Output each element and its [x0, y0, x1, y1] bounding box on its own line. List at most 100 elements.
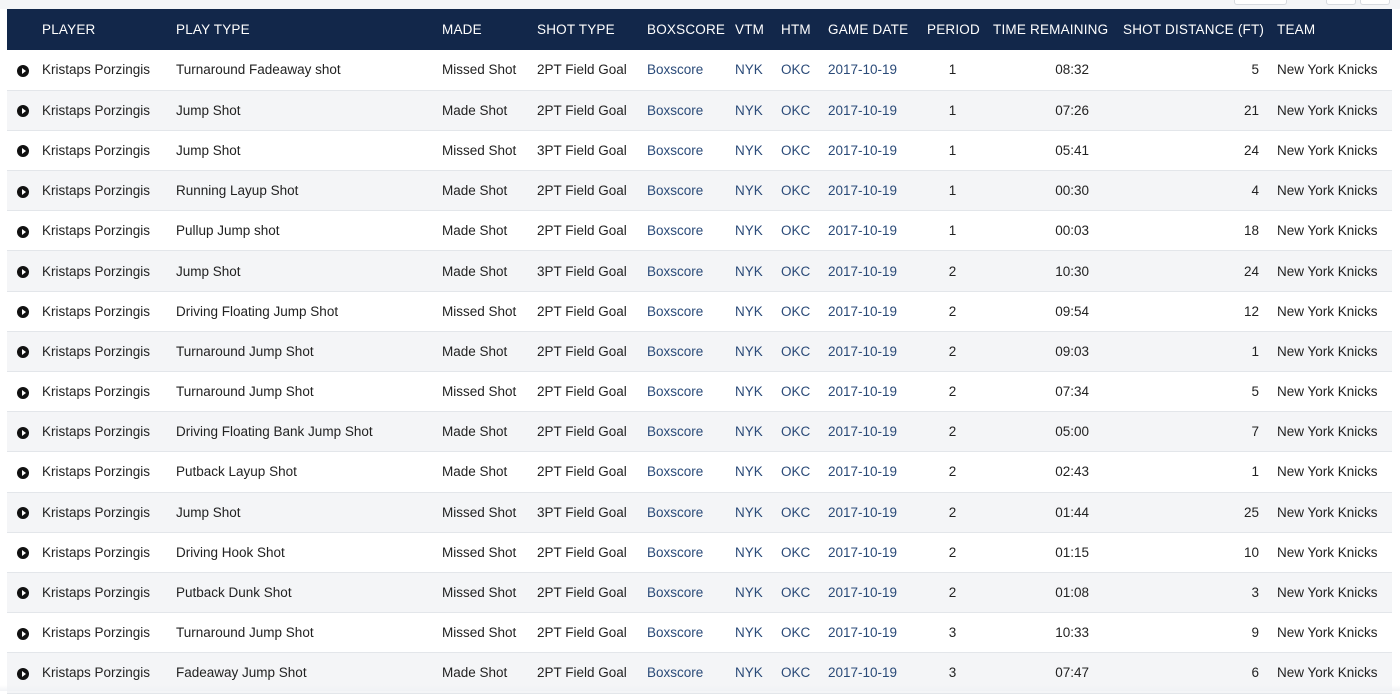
play-circle-icon[interactable] — [17, 105, 29, 117]
boxscore-link[interactable]: Boxscore — [647, 130, 735, 170]
play-circle-icon[interactable] — [17, 467, 29, 479]
header-htm[interactable]: HTM — [781, 9, 828, 50]
visitor-team-link[interactable]: NYK — [735, 211, 781, 251]
boxscore-link[interactable]: Boxscore — [647, 412, 735, 452]
table-row: Kristaps PorzingisTurnaround Jump ShotMa… — [7, 331, 1392, 371]
visitor-team-link[interactable]: NYK — [735, 452, 781, 492]
boxscore-link[interactable]: Boxscore — [647, 452, 735, 492]
game-date-link[interactable]: 2017-10-19 — [828, 412, 918, 452]
cell-team: New York Knicks — [1272, 90, 1392, 130]
home-team-link[interactable]: OKC — [781, 50, 828, 90]
boxscore-link[interactable]: Boxscore — [647, 532, 735, 572]
header-play-type[interactable]: PLAY TYPE — [176, 9, 442, 50]
prev-page-button[interactable] — [1326, 0, 1356, 5]
cell-team: New York Knicks — [1272, 211, 1392, 251]
visitor-team-link[interactable]: NYK — [735, 90, 781, 130]
boxscore-link[interactable]: Boxscore — [647, 50, 735, 90]
header-team[interactable]: TEAM — [1272, 9, 1392, 50]
home-team-link[interactable]: OKC — [781, 452, 828, 492]
visitor-team-link[interactable]: NYK — [735, 613, 781, 653]
game-date-link[interactable]: 2017-10-19 — [828, 90, 918, 130]
play-circle-icon[interactable] — [17, 226, 29, 238]
header-shot-type[interactable]: SHOT TYPE — [537, 9, 647, 50]
boxscore-link[interactable]: Boxscore — [647, 251, 735, 291]
game-date-link[interactable]: 2017-10-19 — [828, 492, 918, 532]
header-time-remaining[interactable]: TIME REMAINING — [987, 9, 1117, 50]
home-team-link[interactable]: OKC — [781, 90, 828, 130]
visitor-team-link[interactable]: NYK — [735, 532, 781, 572]
game-date-link[interactable]: 2017-10-19 — [828, 532, 918, 572]
page-size-select[interactable] — [1234, 0, 1287, 5]
visitor-team-link[interactable]: NYK — [735, 291, 781, 331]
header-made[interactable]: MADE — [442, 9, 537, 50]
home-team-link[interactable]: OKC — [781, 372, 828, 412]
home-team-link[interactable]: OKC — [781, 532, 828, 572]
header-shot-distance[interactable]: SHOT DISTANCE (FT) — [1117, 9, 1272, 50]
game-date-link[interactable]: 2017-10-19 — [828, 171, 918, 211]
game-date-link[interactable]: 2017-10-19 — [828, 130, 918, 170]
header-game-date[interactable]: GAME DATE — [828, 9, 918, 50]
home-team-link[interactable]: OKC — [781, 572, 828, 612]
game-date-link[interactable]: 2017-10-19 — [828, 211, 918, 251]
play-circle-icon[interactable] — [17, 65, 29, 77]
home-team-link[interactable]: OKC — [781, 331, 828, 371]
home-team-link[interactable]: OKC — [781, 251, 828, 291]
play-circle-icon[interactable] — [17, 145, 29, 157]
table-row: Kristaps PorzingisPutback Dunk ShotMisse… — [7, 572, 1392, 612]
boxscore-link[interactable]: Boxscore — [647, 211, 735, 251]
play-circle-icon[interactable] — [17, 668, 29, 680]
home-team-link[interactable]: OKC — [781, 171, 828, 211]
cell-player: Kristaps Porzingis — [42, 613, 176, 653]
visitor-team-link[interactable]: NYK — [735, 50, 781, 90]
game-date-link[interactable]: 2017-10-19 — [828, 572, 918, 612]
visitor-team-link[interactable]: NYK — [735, 171, 781, 211]
play-circle-icon[interactable] — [17, 346, 29, 358]
play-circle-icon[interactable] — [17, 507, 29, 519]
boxscore-link[interactable]: Boxscore — [647, 90, 735, 130]
game-date-link[interactable]: 2017-10-19 — [828, 50, 918, 90]
home-team-link[interactable]: OKC — [781, 492, 828, 532]
home-team-link[interactable]: OKC — [781, 412, 828, 452]
cell-shot-type: 2PT Field Goal — [537, 90, 647, 130]
play-circle-icon[interactable] — [17, 186, 29, 198]
header-period[interactable]: PERIOD — [918, 9, 987, 50]
boxscore-link[interactable]: Boxscore — [647, 171, 735, 211]
cell-player: Kristaps Porzingis — [42, 492, 176, 532]
visitor-team-link[interactable]: NYK — [735, 331, 781, 371]
play-circle-icon[interactable] — [17, 628, 29, 640]
play-circle-icon[interactable] — [17, 427, 29, 439]
visitor-team-link[interactable]: NYK — [735, 251, 781, 291]
boxscore-link[interactable]: Boxscore — [647, 372, 735, 412]
boxscore-link[interactable]: Boxscore — [647, 613, 735, 653]
boxscore-link[interactable]: Boxscore — [647, 331, 735, 371]
game-date-link[interactable]: 2017-10-19 — [828, 613, 918, 653]
next-page-button[interactable] — [1360, 0, 1390, 5]
game-date-link[interactable]: 2017-10-19 — [828, 331, 918, 371]
play-circle-icon[interactable] — [17, 306, 29, 318]
boxscore-link[interactable]: Boxscore — [647, 572, 735, 612]
boxscore-link[interactable]: Boxscore — [647, 492, 735, 532]
home-team-link[interactable]: OKC — [781, 613, 828, 653]
cell-time-remaining: 02:43 — [987, 452, 1117, 492]
play-circle-icon[interactable] — [17, 266, 29, 278]
visitor-team-link[interactable]: NYK — [735, 130, 781, 170]
play-circle-icon[interactable] — [17, 547, 29, 559]
visitor-team-link[interactable]: NYK — [735, 572, 781, 612]
table-row: Kristaps PorzingisJump ShotMade Shot3PT … — [7, 251, 1392, 291]
home-team-link[interactable]: OKC — [781, 211, 828, 251]
header-vtm[interactable]: VTM — [735, 9, 781, 50]
play-circle-icon[interactable] — [17, 587, 29, 599]
header-player[interactable]: PLAYER — [42, 9, 176, 50]
home-team-link[interactable]: OKC — [781, 130, 828, 170]
visitor-team-link[interactable]: NYK — [735, 492, 781, 532]
visitor-team-link[interactable]: NYK — [735, 412, 781, 452]
game-date-link[interactable]: 2017-10-19 — [828, 452, 918, 492]
game-date-link[interactable]: 2017-10-19 — [828, 251, 918, 291]
visitor-team-link[interactable]: NYK — [735, 372, 781, 412]
play-circle-icon[interactable] — [17, 387, 29, 399]
home-team-link[interactable]: OKC — [781, 291, 828, 331]
game-date-link[interactable]: 2017-10-19 — [828, 291, 918, 331]
game-date-link[interactable]: 2017-10-19 — [828, 372, 918, 412]
header-boxscore[interactable]: BOXSCORE — [647, 9, 735, 50]
boxscore-link[interactable]: Boxscore — [647, 291, 735, 331]
